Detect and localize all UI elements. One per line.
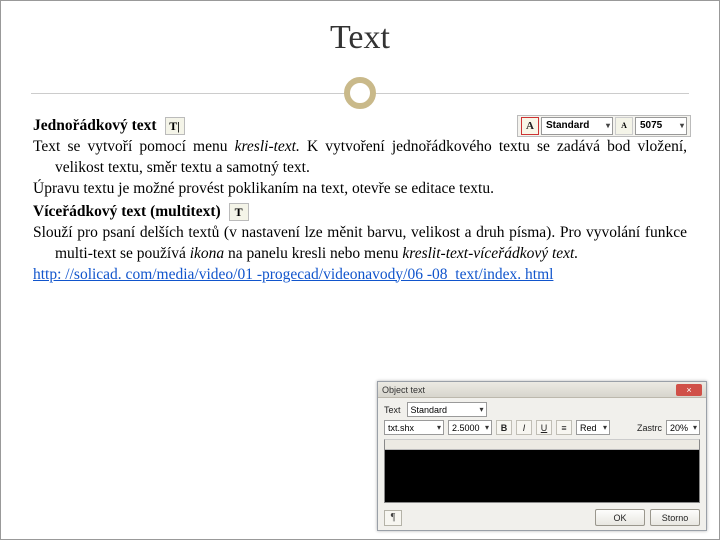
dialog-title: Object text (382, 385, 425, 395)
multiline-text-icon: T (229, 203, 249, 221)
text-style-extra-icon[interactable]: A (615, 117, 633, 135)
text-style-combo[interactable]: Standard (541, 117, 613, 135)
paragraph-2: Úpravu textu je možné provést poklikaním… (33, 179, 687, 200)
slide: Text Jednořádkový text T| A Standard A 5… (0, 0, 720, 540)
bold-button[interactable]: B (496, 420, 512, 435)
properties-button[interactable]: ¶ (384, 510, 402, 526)
slide-title: Text (1, 19, 719, 57)
dialog-row-style: Text Standard (378, 398, 706, 420)
extra-select[interactable]: 20% (666, 420, 700, 435)
heading-2: Víceřádkový text (multitext) (33, 202, 221, 223)
text-style-toolbar: A Standard A 5075 (517, 115, 691, 137)
italic-button[interactable]: I (516, 420, 532, 435)
heading-single-line-text: Jednořádkový text T| A Standard A 5075 (33, 115, 687, 137)
multitext-dialog: Object text × Text Standard txt.shx 2.50… (377, 381, 707, 531)
style-select[interactable]: Standard (407, 402, 487, 417)
label-text: Text (384, 405, 401, 415)
paragraph-1: Text se vytvoří pomocí menu kresli-text.… (33, 137, 687, 179)
text-style-a-button[interactable]: A (521, 117, 539, 135)
extra-label: Zastrc (637, 423, 662, 433)
paragraph-3: Slouží pro psaní delších textů (v nastav… (33, 223, 687, 265)
single-line-text-icon: T| (165, 117, 185, 135)
text-editor-area[interactable] (384, 439, 700, 503)
ruler (385, 440, 699, 450)
color-select[interactable]: Red (576, 420, 610, 435)
title-divider (1, 75, 719, 111)
height-select[interactable]: 2.5000 (448, 420, 492, 435)
cancel-button[interactable]: Storno (650, 509, 700, 526)
menu-path-1: kresli-text. (235, 138, 300, 155)
heading-multiline-text: Víceřádkový text (multitext) T (33, 202, 687, 223)
menu-path-2: kreslit-text-víceřádkový text. (402, 245, 578, 262)
italic-ikona: ikona (190, 245, 224, 262)
dialog-titlebar: Object text × (378, 382, 706, 398)
dialog-footer: ¶ OK Storno (378, 507, 706, 530)
content-area: Jednořádkový text T| A Standard A 5075 T… (1, 111, 719, 285)
dialog-row-format: txt.shx 2.5000 B I U ≡ Red Zastrc 20% (378, 420, 706, 439)
video-link[interactable]: http: //solicad. com/media/video/01 -pro… (33, 265, 687, 286)
ok-button[interactable]: OK (595, 509, 645, 526)
text-size-combo[interactable]: 5075 (635, 117, 687, 135)
dialog-buttons: OK Storno (595, 509, 700, 526)
close-icon[interactable]: × (676, 384, 702, 396)
underline-button[interactable]: U (536, 420, 552, 435)
divider-circle-icon (344, 77, 376, 109)
heading-1: Jednořádkový text (33, 116, 157, 137)
align-icon[interactable]: ≡ (556, 420, 572, 435)
font-select[interactable]: txt.shx (384, 420, 444, 435)
title-area: Text (1, 1, 719, 111)
